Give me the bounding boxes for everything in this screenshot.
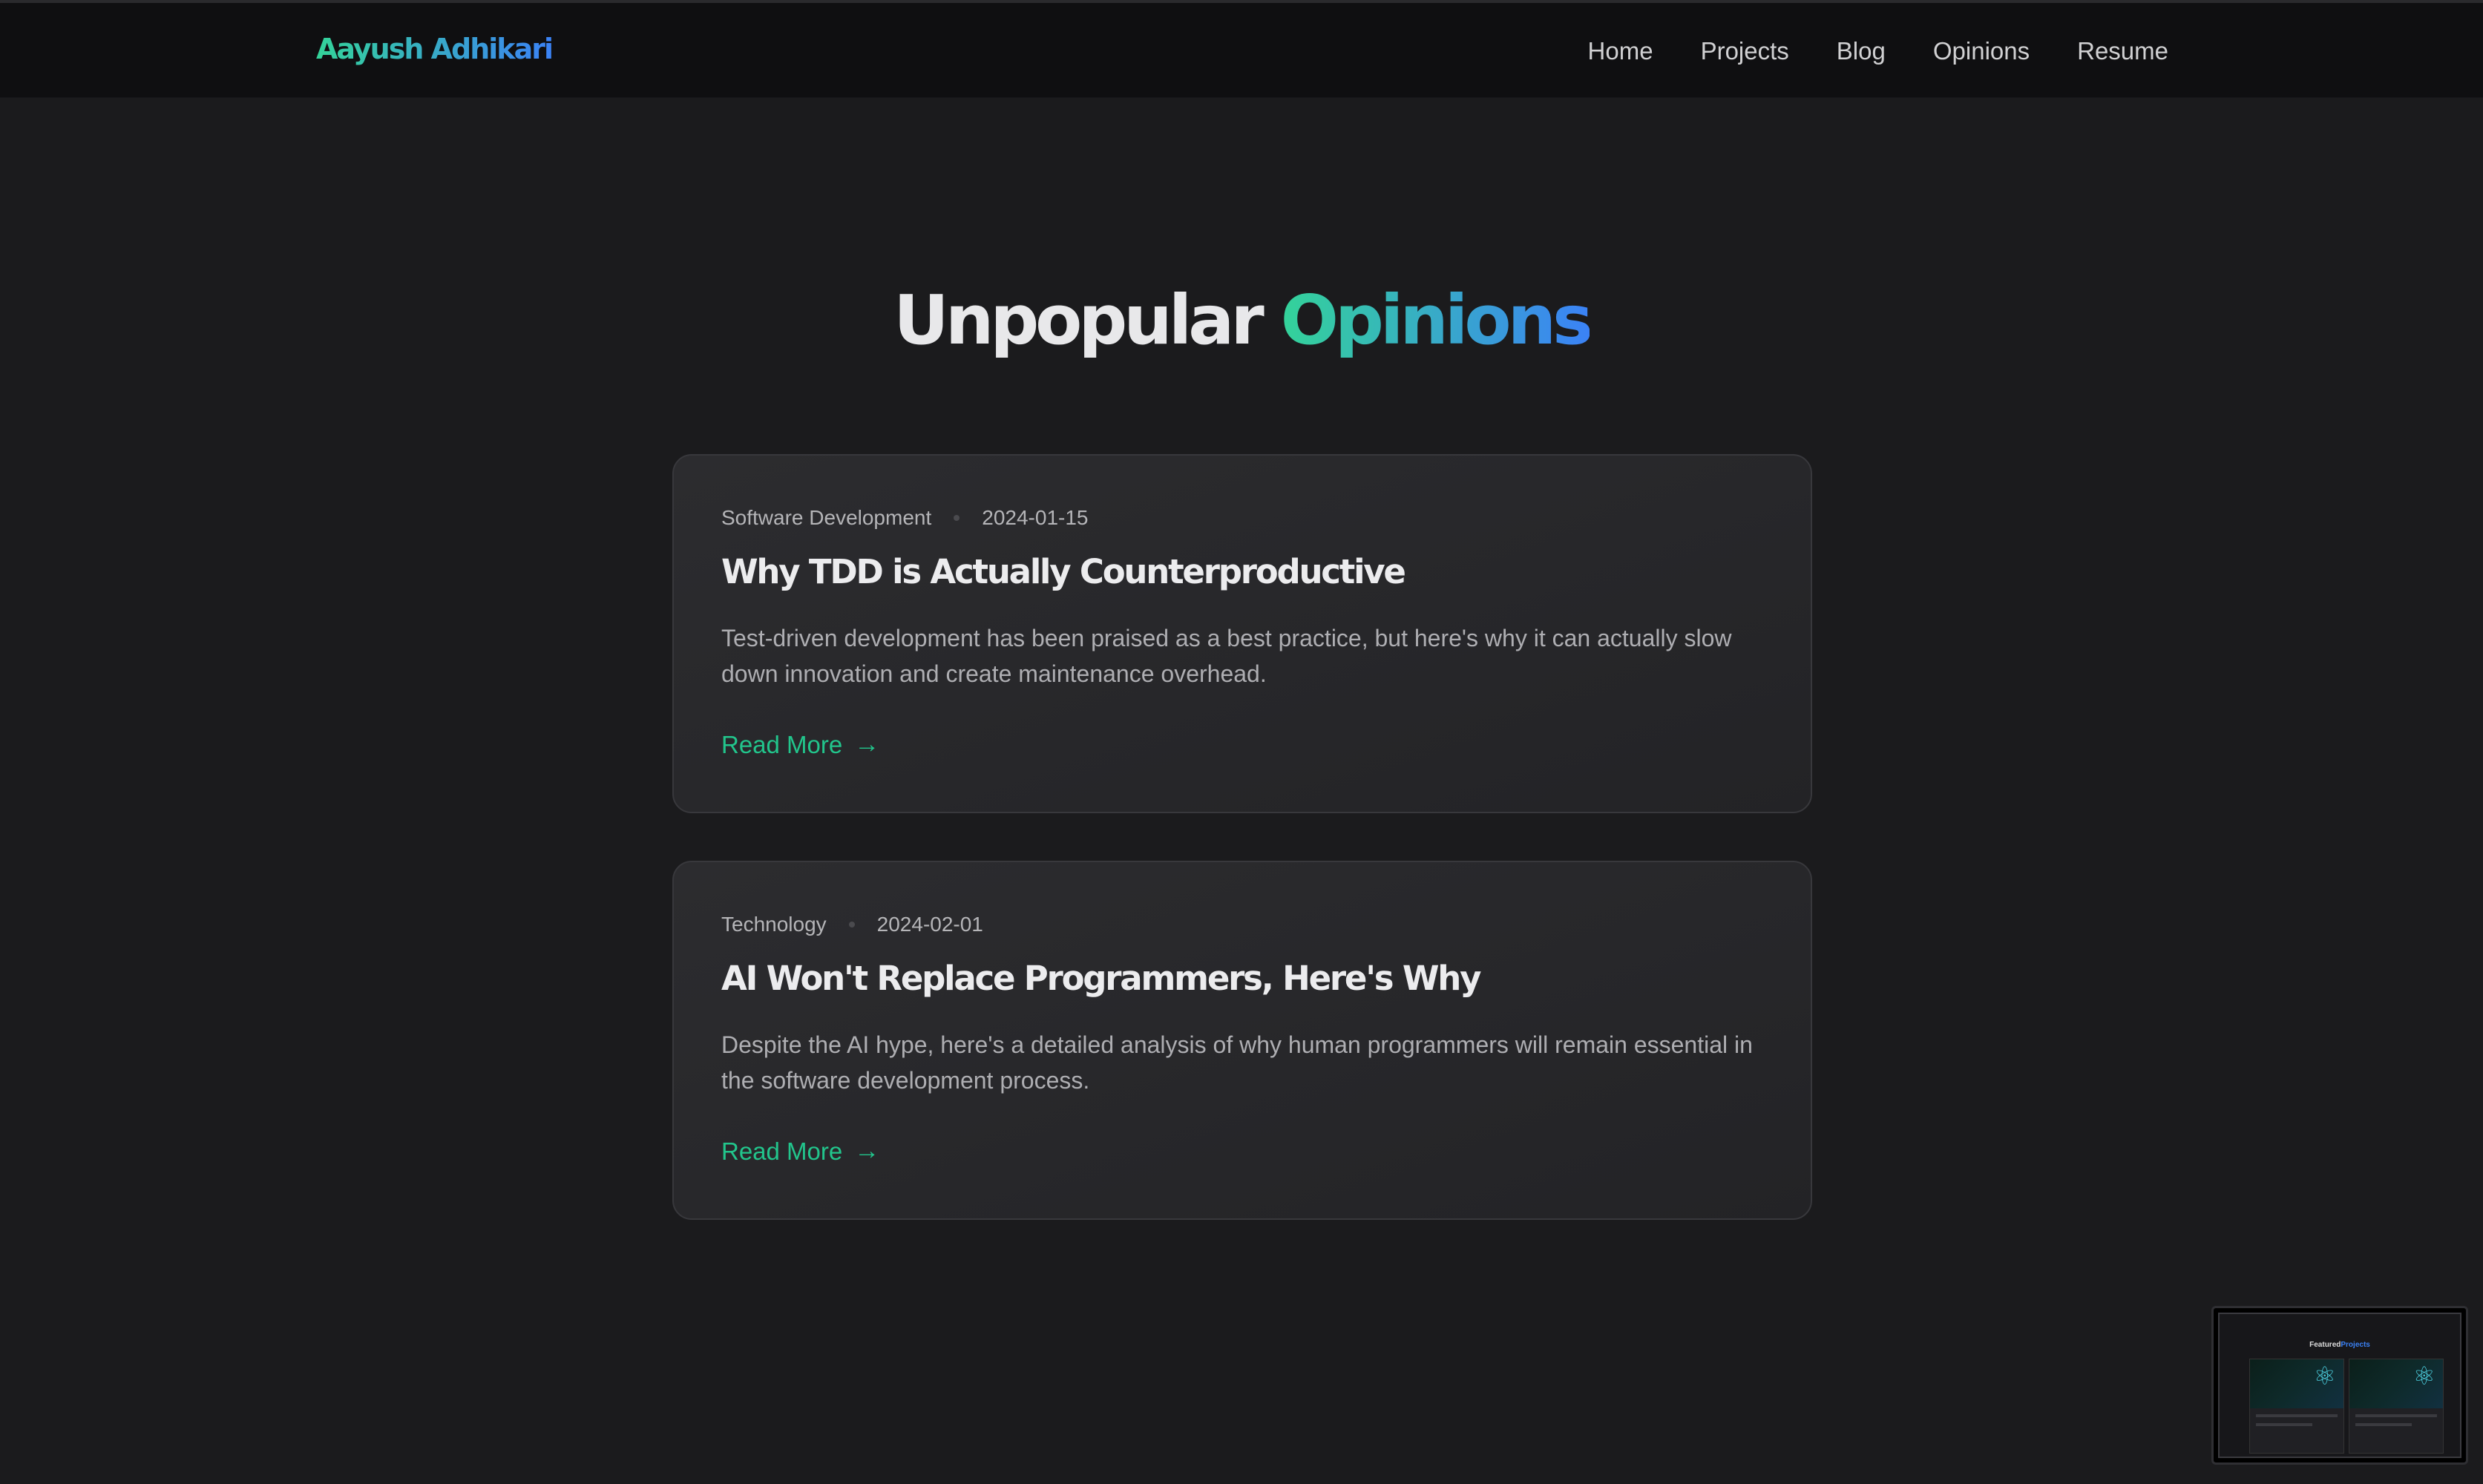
page-title: Unpopular Opinions: [0, 280, 2483, 360]
read-more-link[interactable]: Read More →: [721, 1137, 879, 1166]
arrow-right-icon: →: [854, 730, 880, 758]
nav-link-opinions[interactable]: Opinions: [1933, 37, 2030, 65]
nav-link-resume[interactable]: Resume: [2077, 37, 2168, 65]
read-more-label: Read More: [721, 730, 843, 758]
read-more-link[interactable]: Read More →: [721, 730, 879, 759]
post-excerpt: Test-driven development has been praised…: [721, 625, 1732, 687]
thumbnail-text-line: [2256, 1423, 2312, 1426]
opinion-card: Technology 2024-02-01 AI Won't Replace P…: [672, 861, 1812, 1220]
post-date: 2024-01-15: [982, 506, 1089, 529]
thumbnail-screen: FeaturedProjects: [2218, 1313, 2461, 1458]
page-title-main: Unpopular: [893, 280, 1265, 360]
brand-logo-link[interactable]: Aayush Adhikari: [316, 33, 554, 65]
opinion-card: Software Development 2024-01-15 Why TDD …: [672, 454, 1812, 813]
read-more-label: Read More: [721, 1137, 843, 1165]
post-meta: Technology 2024-02-01: [721, 913, 983, 936]
post-category: Technology: [721, 913, 827, 936]
thumbnail-text-line: [2355, 1414, 2437, 1417]
thumbnail-text-line: [2256, 1414, 2338, 1417]
thumbnail-project-card: [2349, 1359, 2444, 1454]
main-nav: Home Projects Blog Opinions Resume: [1588, 37, 2168, 65]
post-title[interactable]: Why TDD is Actually Counterproductive: [721, 552, 1768, 591]
meta-separator-dot: [954, 515, 960, 521]
top-navbar: Aayush Adhikari Home Projects Blog Opini…: [0, 0, 2483, 98]
react-icon: [2250, 1359, 2343, 1408]
react-icon: [2349, 1359, 2443, 1408]
nav-link-home[interactable]: Home: [1588, 37, 1653, 65]
arrow-right-icon: →: [854, 1137, 880, 1165]
page-title-accent: Opinions: [1280, 280, 1593, 360]
page-preview-thumbnail[interactable]: FeaturedProjects: [2211, 1306, 2468, 1465]
post-excerpt: Despite the AI hype, here's a detailed a…: [721, 1031, 1753, 1094]
thumbnail-title-accent: Projects: [2341, 1341, 2370, 1349]
thumbnail-text-line: [2355, 1423, 2412, 1426]
thumbnail-project-card: [2249, 1359, 2344, 1454]
post-title[interactable]: AI Won't Replace Programmers, Here's Why: [721, 959, 1768, 998]
nav-link-projects[interactable]: Projects: [1701, 37, 1789, 65]
post-meta: Software Development 2024-01-15: [721, 506, 1089, 530]
thumbnail-title: FeaturedProjects: [2220, 1341, 2460, 1349]
meta-separator-dot: [848, 922, 855, 928]
nav-link-blog[interactable]: Blog: [1837, 37, 1886, 65]
post-category: Software Development: [721, 506, 932, 529]
post-date: 2024-02-01: [876, 913, 983, 936]
thumbnail-title-main: Featured: [2309, 1341, 2341, 1349]
